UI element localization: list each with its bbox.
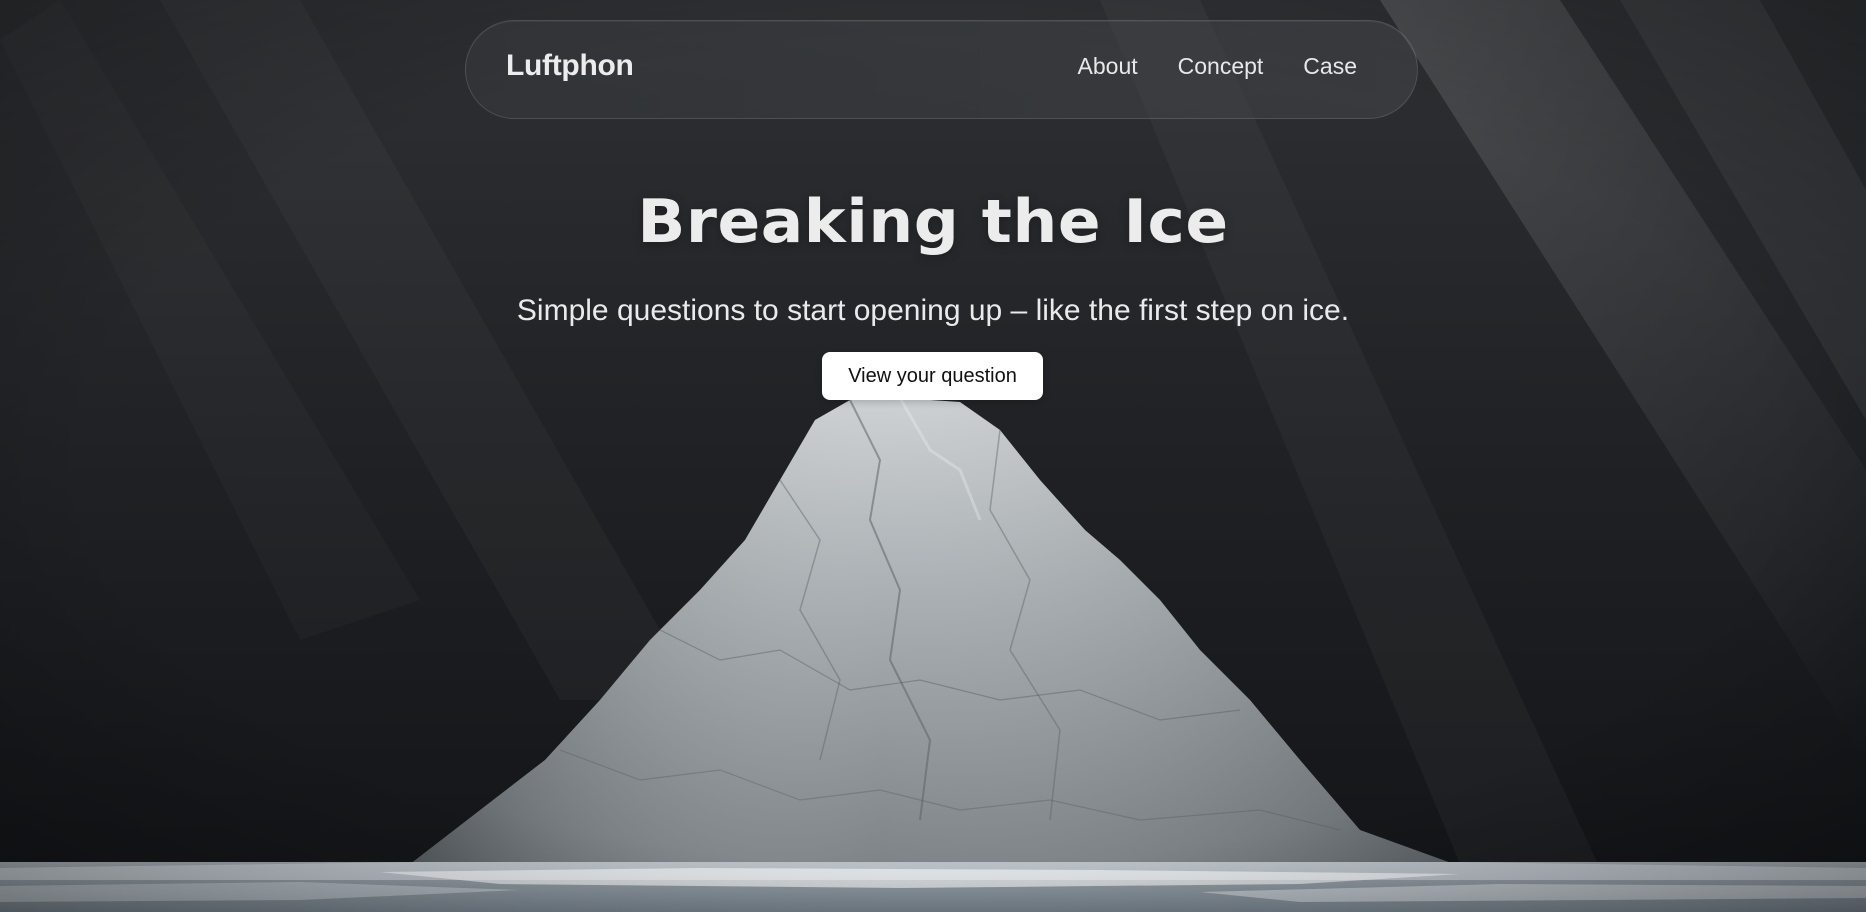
iceberg-backdrop <box>0 0 1866 912</box>
nav-link-concept[interactable]: Concept <box>1178 53 1264 80</box>
hero-title: Breaking the Ice <box>637 187 1229 257</box>
nav-link-case[interactable]: Case <box>1303 53 1357 80</box>
view-question-button[interactable]: View your question <box>822 352 1043 400</box>
page: Luftphon About Concept Case Breaking the… <box>0 0 1866 912</box>
top-navbar: Luftphon About Concept Case <box>465 20 1418 119</box>
nav-links: About Concept Case <box>1078 53 1357 80</box>
brand-logo[interactable]: Luftphon <box>506 49 634 83</box>
hero-subtitle: Simple questions to start opening up – l… <box>516 294 1350 327</box>
nav-link-about[interactable]: About <box>1078 53 1138 80</box>
